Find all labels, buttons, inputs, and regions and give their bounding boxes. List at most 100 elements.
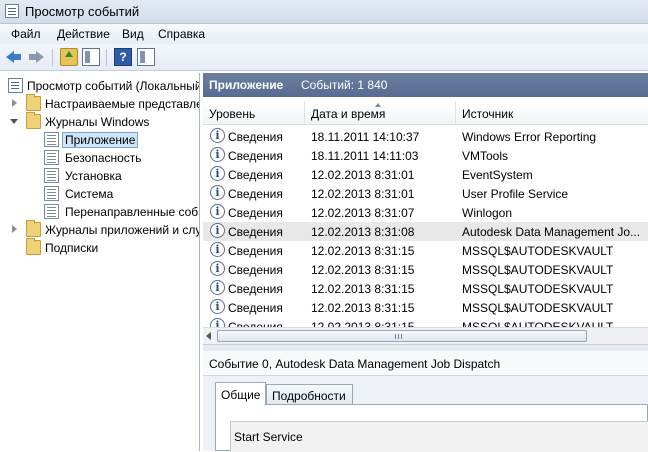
column-header-level[interactable]: Уровень xyxy=(203,102,305,124)
table-row[interactable]: i Сведения 18.11.2011 14:11:03 VMTools xyxy=(203,146,648,165)
toolbar: ? xyxy=(0,44,648,71)
tree-label: Безопасность xyxy=(65,151,142,165)
event-detail-pane: Событие 0, Autodesk Data Management Job … xyxy=(203,351,648,452)
cell-level: Сведения xyxy=(228,320,283,327)
folder-icon xyxy=(26,94,41,111)
tab-label: Общие xyxy=(221,388,261,402)
event-viewer-icon xyxy=(5,4,19,18)
cell-level: Сведения xyxy=(228,168,283,182)
tree-item-apps-services-logs[interactable]: Журналы приложений и служб xyxy=(0,220,199,239)
tree-label: Система xyxy=(65,187,114,201)
cell-source: Winlogon xyxy=(462,206,513,220)
forward-arrow-icon[interactable] xyxy=(27,48,45,66)
scroll-grip-icon xyxy=(395,334,402,339)
menu-bar: Файл Действие Вид Справка xyxy=(0,24,648,44)
tree-item-windows-logs[interactable]: Журналы Windows xyxy=(0,112,199,131)
tree-item-root[interactable]: Просмотр событий (Локальный) xyxy=(0,77,199,95)
log-icon xyxy=(44,204,59,219)
cell-source: MSSQL$AUTODESKVAULT xyxy=(462,282,614,296)
tree-label: Журналы Windows xyxy=(45,115,150,129)
cell-datetime: 18.11.2011 14:11:03 xyxy=(311,149,419,163)
info-icon: i xyxy=(210,261,225,276)
cell-level: Сведения xyxy=(228,282,283,296)
info-icon: i xyxy=(210,204,225,219)
table-row[interactable]: i Сведения 12.02.2013 8:31:01 User Profile … xyxy=(203,184,648,203)
tree-item-forwarded-events[interactable]: Перенаправленные события xyxy=(0,203,199,221)
scroll-thumb[interactable] xyxy=(217,330,587,342)
table-row[interactable]: i Сведения 12.02.2013 8:31:01 EventSystem xyxy=(203,165,648,184)
horizontal-scrollbar[interactable] xyxy=(203,327,648,345)
back-arrow-icon[interactable] xyxy=(5,48,23,66)
tree-item-security[interactable]: Безопасность xyxy=(0,149,199,167)
table-row[interactable]: i Сведения 12.02.2013 8:31:08 Autodesk Data… xyxy=(203,222,648,241)
tree-item-subscriptions[interactable]: Подписки xyxy=(0,238,199,257)
cell-level: Сведения xyxy=(228,225,283,239)
tree-label: Просмотр событий (Локальный) xyxy=(27,79,200,93)
show-hide-tree-icon[interactable] xyxy=(82,48,100,66)
tree-label: Настраиваемые представления xyxy=(45,97,199,111)
info-icon: i xyxy=(210,223,225,238)
table-row[interactable]: i Сведения 12.02.2013 8:31:15 MSSQL$AUTODES… xyxy=(203,279,648,298)
event-detail-title-text: Событие 0, Autodesk Data Management Job … xyxy=(209,357,501,371)
tree-label: Перенаправленные события xyxy=(65,205,199,219)
tree-item-setup[interactable]: Установка xyxy=(0,167,199,185)
scroll-left-icon[interactable] xyxy=(206,332,211,340)
log-title: Приложение xyxy=(209,78,284,92)
log-icon xyxy=(44,186,59,201)
event-count: Событий: 1 840 xyxy=(301,78,388,92)
tree-item-custom-views[interactable]: Настраиваемые представления xyxy=(0,94,199,113)
cell-datetime: 12.02.2013 8:31:01 xyxy=(311,187,415,201)
cell-source: Autodesk Data Management Jo... xyxy=(462,225,641,239)
column-label: Уровень xyxy=(209,107,256,121)
cell-datetime: 12.02.2013 8:31:07 xyxy=(311,206,415,220)
table-row[interactable]: i Сведения 12.02.2013 8:31:15 MSSQL$AUTODES… xyxy=(203,317,648,327)
events-grid: Уровень Дата и время Источник i Сведения 1… xyxy=(203,97,648,327)
log-icon xyxy=(44,132,59,147)
log-icon xyxy=(44,150,59,165)
cell-datetime: 12.02.2013 8:31:15 xyxy=(311,244,415,258)
expand-icon[interactable] xyxy=(10,99,18,107)
folder-icon xyxy=(26,112,41,129)
tab-details[interactable]: Подробности xyxy=(266,384,353,404)
cell-source: VMTools xyxy=(462,149,509,163)
cell-level: Сведения xyxy=(228,263,283,277)
folder-up-icon[interactable] xyxy=(60,48,78,66)
table-row[interactable]: i Сведения 12.02.2013 8:31:15 MSSQL$AUTODES… xyxy=(203,260,648,279)
info-icon: i xyxy=(210,242,225,257)
help-icon[interactable]: ? xyxy=(114,48,132,66)
cell-datetime: 12.02.2013 8:31:08 xyxy=(311,225,415,239)
collapse-icon[interactable] xyxy=(10,117,18,125)
tree-item-application[interactable]: Приложение xyxy=(0,131,199,149)
cell-datetime: 12.02.2013 8:31:15 xyxy=(311,263,415,277)
menu-file[interactable]: Файл xyxy=(11,27,41,41)
tree-label: Подписки xyxy=(45,241,99,255)
cell-datetime: 12.02.2013 8:31:01 xyxy=(311,168,415,182)
event-message: Start Service xyxy=(234,430,303,444)
column-header-datetime[interactable]: Дата и время xyxy=(305,102,456,124)
expand-icon[interactable] xyxy=(10,225,18,233)
info-icon: i xyxy=(210,128,225,143)
table-row[interactable]: i Сведения 12.02.2013 8:31:15 MSSQL$AUTODES… xyxy=(203,241,648,260)
column-header-source[interactable]: Источник xyxy=(456,102,648,124)
table-row[interactable]: i Сведения 12.02.2013 8:31:07 Winlogon xyxy=(203,203,648,222)
tab-general[interactable]: Общие xyxy=(215,382,266,405)
menu-action[interactable]: Действие xyxy=(57,27,110,41)
menu-view[interactable]: Вид xyxy=(122,27,144,41)
info-icon: i xyxy=(210,147,225,162)
event-detail-title: Событие 0, Autodesk Data Management Job … xyxy=(203,351,648,376)
tab-content: Start Service xyxy=(215,404,648,452)
table-row[interactable]: i Сведения 18.11.2011 14:10:37 Windows Erro… xyxy=(203,127,648,146)
info-icon: i xyxy=(210,166,225,181)
cell-level: Сведения xyxy=(228,206,283,220)
cell-level: Сведения xyxy=(228,187,283,201)
tree-item-system[interactable]: Система xyxy=(0,185,199,203)
folder-icon xyxy=(26,238,41,255)
cell-level: Сведения xyxy=(228,244,283,258)
table-row[interactable]: i Сведения 12.02.2013 8:31:15 MSSQL$AUTODES… xyxy=(203,298,648,317)
cell-datetime: 12.02.2013 8:31:15 xyxy=(311,301,415,315)
menu-help[interactable]: Справка xyxy=(158,27,205,41)
cell-source: MSSQL$AUTODESKVAULT xyxy=(462,263,614,277)
cell-level: Сведения xyxy=(228,149,283,163)
action-pane-icon[interactable] xyxy=(137,48,155,66)
info-icon: i xyxy=(210,299,225,314)
